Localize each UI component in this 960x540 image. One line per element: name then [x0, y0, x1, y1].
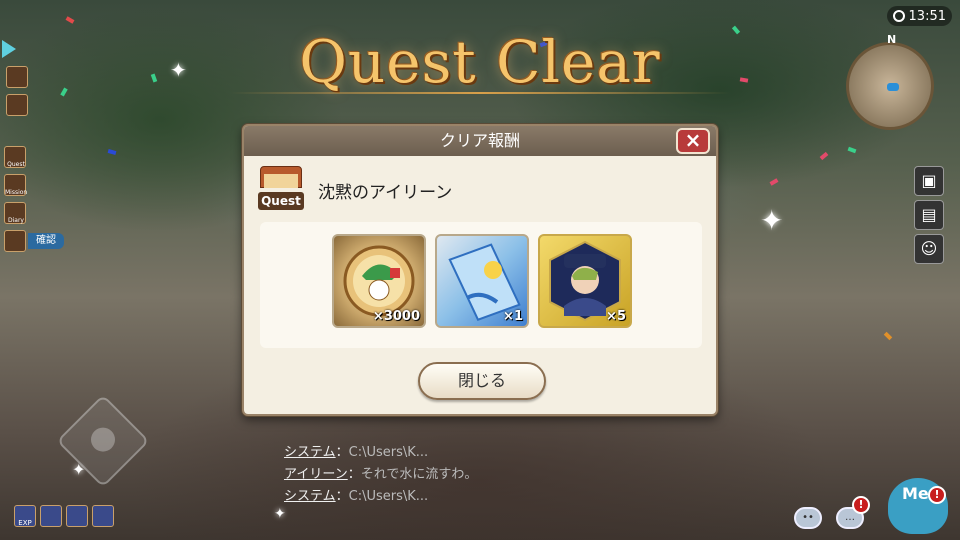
- reward-ticket[interactable]: ×1: [435, 234, 529, 328]
- sparkle-icon: ✦: [274, 506, 286, 522]
- auto-icon[interactable]: ▤: [914, 200, 944, 230]
- chat-log: システム：C:\Users\K... アイリーン：それで水に流すわ。 システム：…: [284, 442, 477, 508]
- clear-reward-dialog: クリア報酬 × Quest 沈黙のアイリーン ×3000 ×1 ×5 閉じる: [242, 124, 718, 416]
- quest-menu-button[interactable]: Quest: [4, 146, 26, 168]
- chat-speaker[interactable]: アイリーン: [284, 467, 348, 482]
- reward-coin-medal[interactable]: ×3000: [332, 234, 426, 328]
- player-marker-icon: [887, 83, 899, 91]
- quest-badge: Quest: [258, 192, 304, 210]
- chat-message: C:\Users\K...: [348, 489, 429, 504]
- menu-button-1[interactable]: [6, 66, 28, 88]
- chat-message: C:\Users\K...: [348, 445, 429, 460]
- diary-menu-button[interactable]: Diary: [4, 202, 26, 224]
- reward-qty: ×1: [503, 309, 523, 324]
- alert-badge: !: [852, 496, 870, 514]
- collapse-arrow-icon[interactable]: [2, 40, 16, 58]
- confirm-menu-button[interactable]: [4, 230, 26, 252]
- bottom-button-4[interactable]: [92, 505, 114, 527]
- close-button[interactable]: 閉じる: [418, 362, 546, 400]
- clock-icon: [892, 10, 905, 22]
- chat-line: アイリーン：それで水に流すわ。: [284, 467, 478, 482]
- chat-line: システム：C:\Users\K...: [284, 489, 429, 504]
- dialog-header: クリア報酬: [244, 126, 716, 156]
- clock-time: 13:51: [908, 8, 946, 24]
- reward-qty: ×5: [606, 309, 626, 324]
- chat-message: それで水に流すわ。: [360, 467, 478, 482]
- sparkle-icon: ✦: [760, 204, 784, 237]
- confirm-tag[interactable]: 確認: [28, 233, 64, 249]
- quest-name: 沈黙のアイリーン: [318, 183, 453, 203]
- rewards-panel: ×3000 ×1 ×5: [260, 222, 702, 348]
- bottom-button-2[interactable]: [40, 505, 62, 527]
- chat-line: システム：C:\Users\K...: [284, 445, 429, 460]
- mission-menu-button[interactable]: Mission: [4, 174, 27, 196]
- exp-button[interactable]: EXP: [14, 505, 36, 527]
- quest-board-icon: Quest: [258, 166, 304, 212]
- dpad-center[interactable]: [86, 422, 120, 457]
- mascot-alert-badge: !: [928, 486, 946, 504]
- chat-speaker[interactable]: システム: [284, 489, 336, 504]
- menu-button-2[interactable]: [6, 94, 28, 116]
- reward-qty: ×3000: [372, 309, 420, 324]
- close-icon[interactable]: ×: [676, 128, 710, 154]
- emote-bubble-icon[interactable]: ••: [794, 507, 822, 529]
- bottom-button-3[interactable]: [66, 505, 88, 527]
- party-icon[interactable]: ☺: [914, 234, 944, 264]
- north-indicator: N: [887, 33, 897, 46]
- clock: 13:51: [886, 6, 952, 26]
- dialog-title: クリア報酬: [439, 131, 520, 150]
- minimap[interactable]: N: [846, 33, 934, 130]
- reward-character[interactable]: ×5: [538, 234, 632, 328]
- camera-icon[interactable]: ▣: [914, 166, 944, 196]
- quest-clear-title: Quest Clear: [299, 28, 661, 96]
- title-underline: [230, 92, 730, 94]
- chat-speaker[interactable]: システム: [284, 445, 336, 460]
